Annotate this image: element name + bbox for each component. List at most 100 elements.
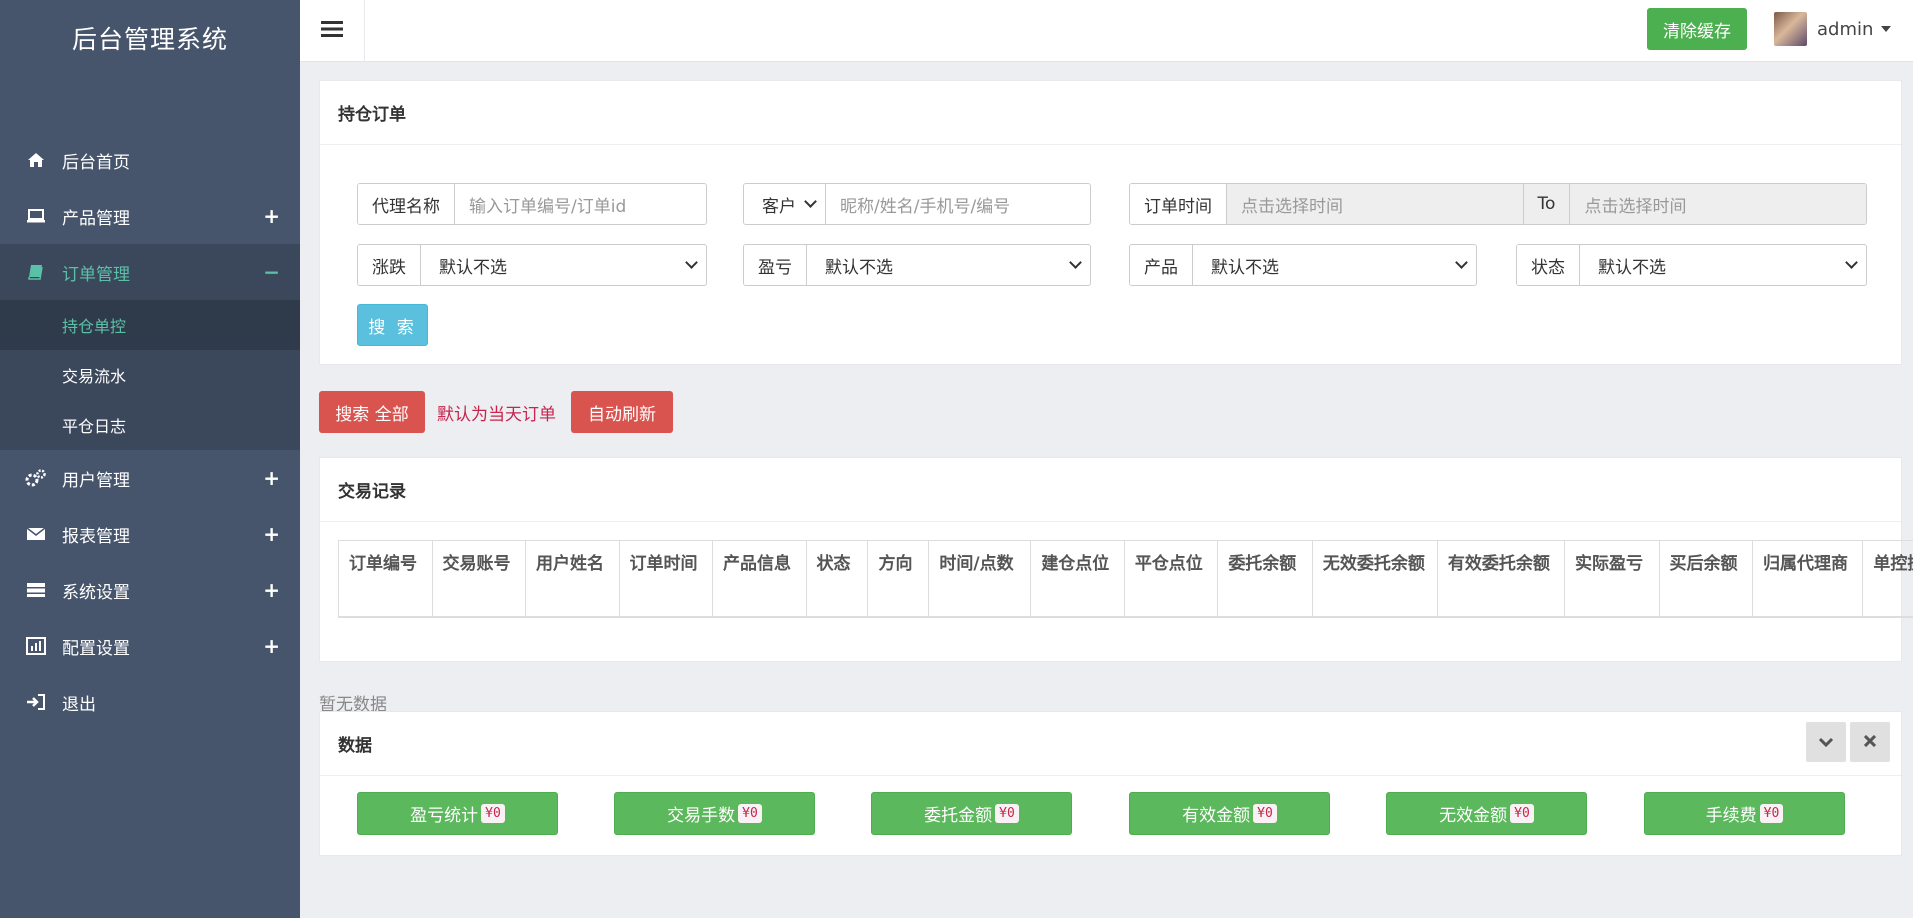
auto-refresh-button[interactable]: 自动刷新 xyxy=(571,391,673,433)
search-all-button[interactable]: 搜索 全部 xyxy=(319,391,425,433)
start-time-input[interactable]: 点击选择时间 xyxy=(1227,184,1523,224)
sidebar-item-label: 系统设置 xyxy=(62,582,130,603)
data-panel: 数据 盈亏统计 ¥0 交易手数 ¥0 委托金额 ¥0 有效金额 ¥0 无效金额 … xyxy=(319,711,1902,856)
sidebar-item-label: 报表管理 xyxy=(62,526,130,547)
stat-profit-loss[interactable]: 盈亏统计 ¥0 xyxy=(357,792,558,835)
sign-in-icon xyxy=(24,692,48,712)
stat-lots[interactable]: 交易手数 ¥0 xyxy=(614,792,815,835)
column-header: 方向 xyxy=(867,540,930,618)
customer-input[interactable]: 昵称/姓名/手机号/编号 xyxy=(826,184,1090,224)
column-header: 无效委托余额 xyxy=(1311,540,1438,618)
expand-icon[interactable]: + xyxy=(263,634,280,658)
chevron-down-icon xyxy=(1818,732,1834,752)
select-value: 默认不选 xyxy=(1211,257,1279,278)
product-select[interactable]: 默认不选 xyxy=(1193,245,1476,285)
column-header: 时间/点数 xyxy=(928,540,1032,618)
column-header: 产品信息 xyxy=(712,540,807,618)
sidebar-item-label: 配置设置 xyxy=(62,638,130,659)
submenu-item-transactions[interactable]: 交易流水 xyxy=(0,350,300,400)
customer-select[interactable]: 客户 xyxy=(744,184,826,224)
customer-input-group: 客户 昵称/姓名/手机号/编号 xyxy=(743,183,1091,225)
select-value: 默认不选 xyxy=(1598,257,1666,278)
book-icon xyxy=(24,262,48,282)
end-time-input[interactable]: 点击选择时间 xyxy=(1570,184,1866,224)
clear-cache-button[interactable]: 清除缓存 xyxy=(1647,8,1747,50)
sidebar-item-label: 用户管理 xyxy=(62,470,130,491)
bar-chart-icon xyxy=(24,636,48,656)
sidebar-item-home[interactable]: 后台首页 xyxy=(0,132,300,188)
column-header: 单控操作 xyxy=(1862,540,1913,618)
stat-fee[interactable]: 手续费 ¥0 xyxy=(1644,792,1845,835)
rise-fall-label: 涨跌 xyxy=(358,245,421,285)
app-title: 后台管理系统 xyxy=(71,25,228,54)
submenu-item-close-log[interactable]: 平仓日志 xyxy=(0,400,300,450)
agent-label: 代理名称 xyxy=(358,184,455,224)
column-header: 用户姓名 xyxy=(525,540,620,618)
column-header: 实际盈亏 xyxy=(1563,540,1660,618)
expand-icon[interactable]: + xyxy=(263,204,280,228)
collapse-icon[interactable]: − xyxy=(263,260,280,284)
select-value: 默认不选 xyxy=(825,257,893,278)
column-header: 买后余额 xyxy=(1658,540,1754,618)
profit-loss-label: 盈亏 xyxy=(744,245,807,285)
records-panel: 交易记录 订单编号 交易账号 用户姓名 订单时间 产品信息 状态 方向 时间/点… xyxy=(319,457,1913,662)
search-button[interactable]: 搜 索 xyxy=(357,304,428,346)
sidebar-item-reports[interactable]: 报表管理 + xyxy=(0,506,300,562)
chevron-down-icon xyxy=(1455,256,1468,269)
stat-label: 手续费 xyxy=(1705,806,1757,826)
filter-panel: 持仓订单 代理名称 输入订单编号/订单id 客户 昵称/姓名/手机号/编号 订单… xyxy=(319,80,1902,365)
agent-input[interactable]: 输入订单编号/订单id xyxy=(455,184,706,224)
close-panel-button[interactable] xyxy=(1850,722,1890,762)
user-menu[interactable]: admin xyxy=(1774,12,1892,46)
sidebar: 后台管理系统 后台首页 产品管理 + 订单管理 − 持仓单控 交易流水 平仓日志 xyxy=(0,0,300,918)
product-group: 产品 默认不选 xyxy=(1129,244,1477,286)
status-label: 状态 xyxy=(1517,245,1580,285)
column-header: 订单时间 xyxy=(618,540,713,618)
stat-value: ¥0 xyxy=(1253,804,1277,823)
sidebar-item-label: 退出 xyxy=(62,694,96,715)
rise-fall-select[interactable]: 默认不选 xyxy=(421,245,706,285)
select-value: 默认不选 xyxy=(439,257,507,278)
records-table: 订单编号 交易账号 用户姓名 订单时间 产品信息 状态 方向 时间/点数 建仓点… xyxy=(338,540,1913,618)
expand-icon[interactable]: + xyxy=(263,466,280,490)
stat-invalid-amount[interactable]: 无效金额 ¥0 xyxy=(1386,792,1587,835)
stat-order-amount[interactable]: 委托金额 ¥0 xyxy=(871,792,1072,835)
sidebar-item-label: 订单管理 xyxy=(62,264,130,285)
orders-submenu: 持仓单控 交易流水 平仓日志 xyxy=(0,300,300,450)
sidebar-item-label: 产品管理 xyxy=(62,208,130,229)
status-select[interactable]: 默认不选 xyxy=(1580,245,1866,285)
sidebar-item-config[interactable]: 配置设置 + xyxy=(0,618,300,674)
expand-icon[interactable]: + xyxy=(263,522,280,546)
stat-value: ¥0 xyxy=(1759,804,1784,823)
column-header: 归属代理商 xyxy=(1752,540,1864,618)
rise-fall-group: 涨跌 默认不选 xyxy=(357,244,707,286)
hamburger-icon xyxy=(321,20,343,43)
sidebar-item-system-settings[interactable]: 系统设置 + xyxy=(0,562,300,618)
sidebar-item-orders[interactable]: 订单管理 − xyxy=(0,244,300,300)
sidebar-item-products[interactable]: 产品管理 + xyxy=(0,188,300,244)
expand-icon[interactable]: + xyxy=(263,578,280,602)
stat-label: 有效金额 xyxy=(1182,806,1251,826)
order-time-group: 订单时间 点击选择时间 To 点击选择时间 xyxy=(1129,183,1867,225)
stat-label: 无效金额 xyxy=(1439,806,1508,826)
server-icon xyxy=(24,580,48,600)
gears-icon xyxy=(24,468,48,488)
top-navbar: 清除缓存 admin xyxy=(300,0,1913,62)
default-today-note: 默认为当天订单 xyxy=(437,405,556,425)
column-header: 状态 xyxy=(805,540,869,618)
stat-label: 盈亏统计 xyxy=(410,806,479,826)
column-header: 订单编号 xyxy=(338,540,433,618)
sidebar-item-label: 后台首页 xyxy=(62,152,130,173)
submenu-item-positions[interactable]: 持仓单控 xyxy=(0,300,300,350)
column-header: 建仓点位 xyxy=(1030,540,1125,618)
sidebar-item-logout[interactable]: 退出 xyxy=(0,674,300,730)
sidebar-item-users[interactable]: 用户管理 + xyxy=(0,450,300,506)
menu-toggle-button[interactable] xyxy=(300,0,365,62)
customer-select-value: 客户 xyxy=(762,196,796,217)
panel-title: 交易记录 xyxy=(320,458,1901,522)
collapse-panel-button[interactable] xyxy=(1806,722,1846,762)
profit-loss-select[interactable]: 默认不选 xyxy=(807,245,1090,285)
stat-label: 交易手数 xyxy=(667,806,736,826)
stat-valid-amount[interactable]: 有效金额 ¥0 xyxy=(1129,792,1330,835)
to-label: To xyxy=(1522,184,1571,224)
